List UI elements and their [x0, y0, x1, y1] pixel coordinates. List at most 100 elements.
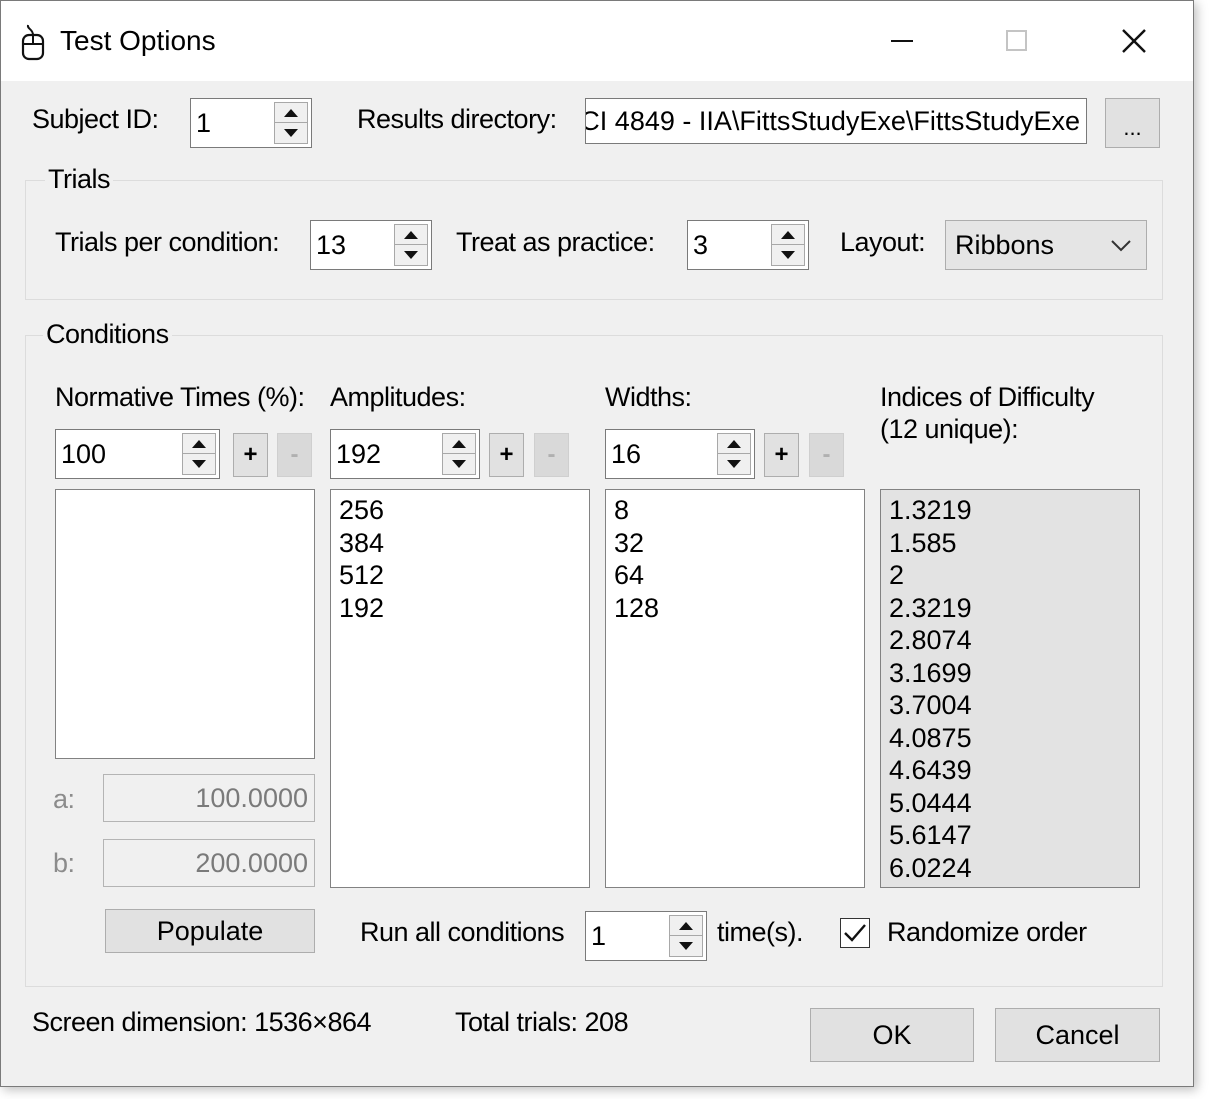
amplitudes-label: Amplitudes: [330, 382, 466, 412]
trials-per-condition-stepper[interactable]: 13 [310, 220, 432, 270]
spinner-arrows[interactable] [394, 224, 428, 266]
list-item: 3.1699 [889, 657, 972, 688]
b-value-field: 200.0000 [103, 839, 315, 887]
ok-button[interactable]: OK [810, 1008, 974, 1062]
test-options-dialog: Test Options Subject ID: 1 Results direc… [0, 0, 1194, 1087]
spin-up-icon[interactable] [183, 434, 215, 454]
a-value-field: 100.0000 [103, 774, 315, 822]
add-normative-button[interactable]: + [233, 433, 268, 477]
spinner-arrows[interactable] [717, 433, 751, 475]
run-all-value: 1 [591, 920, 607, 951]
spin-down-icon[interactable] [718, 454, 750, 474]
list-item[interactable]: 8 [614, 494, 856, 527]
populate-button[interactable]: Populate [105, 909, 315, 953]
layout-select[interactable]: Ribbons [945, 220, 1147, 270]
window-title: Test Options [60, 25, 216, 56]
indices-of-difficulty-list: 1.3219 1.585 2 2.3219 2.8074 3.1699 3.70… [880, 489, 1140, 888]
normative-times-list[interactable] [55, 489, 315, 759]
spin-up-icon[interactable] [670, 916, 702, 936]
layout-label: Layout: [840, 227, 926, 257]
amplitudes-list[interactable]: 256 384 512 192 [330, 489, 590, 888]
normative-times-value: 100 [61, 438, 107, 469]
spinner-arrows[interactable] [274, 102, 308, 144]
spin-down-icon[interactable] [183, 454, 215, 474]
run-all-label: Run all conditions [360, 917, 565, 947]
spin-down-icon[interactable] [772, 245, 804, 265]
spin-down-icon[interactable] [443, 454, 475, 474]
indices-label-line2: (12 unique): [880, 414, 1019, 444]
close-button[interactable] [1104, 15, 1164, 67]
browse-button[interactable]: ... [1105, 98, 1160, 148]
practice-stepper[interactable]: 3 [687, 220, 809, 270]
spin-up-icon[interactable] [772, 225, 804, 245]
minimize-icon [891, 40, 913, 42]
spinner-arrows[interactable] [669, 915, 703, 957]
remove-width-button[interactable]: - [809, 433, 844, 477]
list-item[interactable]: 64 [614, 559, 856, 592]
list-item[interactable]: 256 [339, 494, 581, 527]
spin-up-icon[interactable] [395, 225, 427, 245]
list-item: 2 [889, 560, 905, 590]
spin-down-icon[interactable] [275, 123, 307, 143]
screen-dimension-text: Screen dimension: 1536×864 [32, 1007, 372, 1037]
spinner-arrows[interactable] [771, 224, 805, 266]
results-directory-input[interactable]: CI 4849 - IIA\FittsStudyExe\FittsStudyEx… [585, 98, 1087, 144]
list-item: 5.0444 [889, 787, 972, 818]
list-item: 1.585 [889, 527, 957, 558]
remove-amplitude-button[interactable]: - [534, 433, 569, 477]
add-amplitude-button[interactable]: + [489, 433, 524, 477]
spin-up-icon[interactable] [718, 434, 750, 454]
subject-id-label: Subject ID: [32, 104, 159, 134]
list-item[interactable]: 384 [339, 527, 581, 560]
spinner-arrows[interactable] [442, 433, 476, 475]
spin-up-icon[interactable] [275, 103, 307, 123]
spin-up-icon[interactable] [443, 434, 475, 454]
conditions-group-title: Conditions [43, 319, 172, 350]
checkmark-icon [844, 924, 866, 942]
run-all-stepper[interactable]: 1 [585, 911, 707, 961]
list-item: 1.3219 [889, 495, 972, 525]
practice-value: 3 [693, 229, 709, 260]
list-item[interactable]: 128 [614, 592, 856, 625]
subject-id-stepper[interactable]: 1 [190, 98, 312, 148]
maximize-button[interactable] [987, 15, 1047, 67]
widths-list[interactable]: 8 32 64 128 [605, 489, 865, 888]
subject-id-value: 1 [196, 107, 212, 138]
cancel-button[interactable]: Cancel [995, 1008, 1160, 1062]
trials-per-condition-label: Trials per condition: [55, 227, 280, 257]
normative-times-stepper[interactable]: 100 [55, 429, 220, 479]
trials-group-title: Trials [45, 164, 113, 195]
add-width-button[interactable]: + [764, 433, 799, 477]
a-label: a: [53, 784, 75, 814]
total-trials-text: Total trials: 208 [455, 1007, 629, 1037]
list-item[interactable]: 512 [339, 559, 581, 592]
normative-times-label: Normative Times (%): [55, 382, 305, 412]
list-item: 2.8074 [889, 625, 972, 655]
minimize-button[interactable] [872, 15, 932, 67]
spin-down-icon[interactable] [395, 245, 427, 265]
widths-stepper[interactable]: 16 [605, 429, 755, 479]
randomize-label[interactable]: Randomize order [887, 917, 1087, 948]
results-directory-label: Results directory: [357, 104, 557, 134]
times-label: time(s). [717, 917, 804, 947]
spinner-arrows[interactable] [182, 433, 216, 475]
widths-label: Widths: [605, 382, 692, 412]
randomize-checkbox[interactable] [840, 918, 870, 948]
list-item[interactable]: 192 [339, 592, 581, 625]
b-label: b: [53, 848, 75, 878]
indices-label-line1: Indices of Difficulty [880, 382, 1095, 412]
title-bar: Test Options [1, 1, 1193, 81]
list-item: 6.0224 [889, 852, 972, 883]
list-item: 3.7004 [889, 690, 972, 720]
trials-per-condition-value: 13 [316, 229, 347, 260]
list-item[interactable]: 32 [614, 527, 856, 560]
mouse-icon [21, 24, 45, 61]
amplitudes-stepper[interactable]: 192 [330, 429, 480, 479]
layout-value: Ribbons [955, 229, 1055, 260]
maximize-icon [1006, 30, 1027, 51]
spin-down-icon[interactable] [670, 936, 702, 956]
remove-normative-button[interactable]: - [277, 433, 312, 477]
list-item: 4.0875 [889, 722, 972, 753]
widths-value: 16 [611, 438, 642, 469]
practice-label: Treat as practice: [456, 227, 655, 257]
